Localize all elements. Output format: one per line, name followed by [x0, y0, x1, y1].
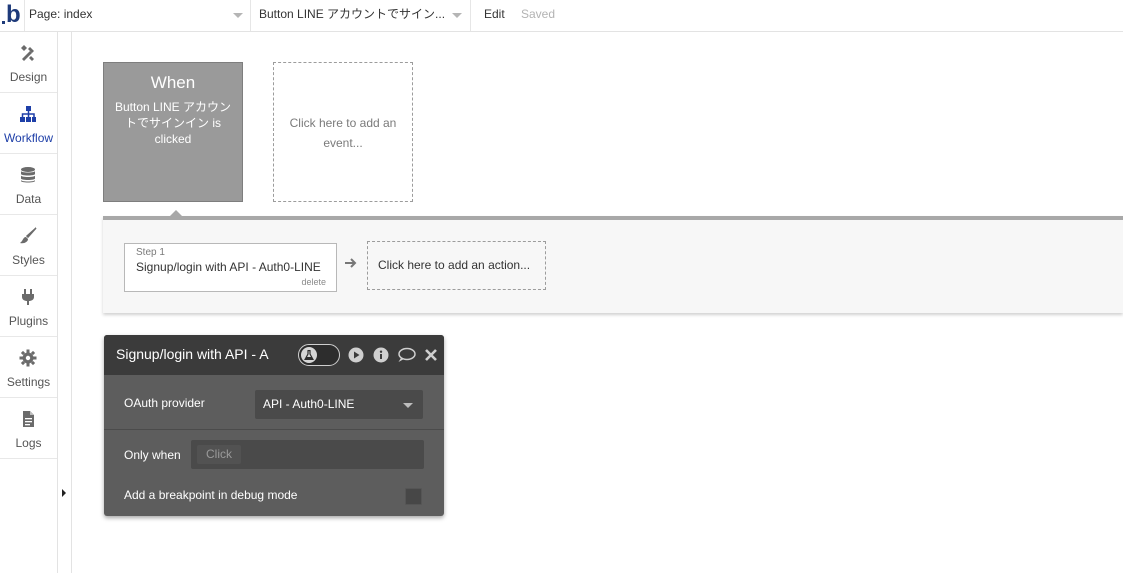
delete-step-button[interactable]: delete [301, 277, 326, 287]
oauth-provider-value: API - Auth0-LINE [263, 397, 355, 411]
add-event-label: Click here to add an event... [289, 116, 397, 150]
brush-icon [20, 227, 37, 244]
breakpoint-label: Add a breakpoint in debug mode [124, 488, 298, 502]
sidebar-item-label: Logs [15, 436, 42, 450]
gear-icon [19, 349, 37, 367]
top-bar: b Page: index Button LINE アカウントでサイン... E… [0, 0, 1123, 32]
sidebar-item-styles[interactable]: Styles [0, 215, 57, 276]
divider [250, 0, 251, 31]
sidebar-item-label: Settings [6, 375, 51, 389]
only-when-label: Only when [124, 448, 181, 462]
event-title: When [150, 73, 196, 92]
breakpoint-checkbox[interactable] [405, 488, 422, 505]
document-icon [23, 411, 34, 427]
step-name: Signup/login with API - Auth0-LINE [136, 260, 321, 274]
property-editor: Signup/login with API - A OAuth provider… [104, 335, 444, 516]
debug-toggle[interactable] [298, 344, 340, 366]
sidebar-item-label: Data [15, 192, 42, 206]
comment-icon[interactable] [397, 347, 416, 363]
element-select[interactable]: Button LINE アカウントでサイン... [259, 0, 469, 31]
add-event-button[interactable]: Click here to add an event... [273, 62, 413, 202]
saved-status: Saved [521, 7, 556, 21]
editor-header: Signup/login with API - A [104, 335, 444, 375]
step-number: Step 1 [136, 247, 165, 258]
chevron-down-icon [233, 13, 243, 18]
action-step[interactable]: Step 1 Signup/login with API - Auth0-LIN… [124, 243, 337, 292]
play-icon[interactable] [348, 347, 364, 363]
edit-menu[interactable]: Edit [484, 0, 505, 28]
sidebar-item-settings[interactable]: Settings [0, 337, 57, 398]
sidebar-item-data[interactable]: Data [0, 154, 57, 215]
sidebar-item-workflow[interactable]: Workflow [0, 93, 57, 154]
bubble-logo[interactable]: b [2, 3, 24, 29]
workflow-icon [20, 106, 36, 122]
expand-sidebar-icon[interactable] [62, 489, 66, 497]
divider [24, 0, 25, 31]
plug-icon [22, 289, 34, 305]
info-icon[interactable] [373, 347, 389, 363]
page-select-label: Page: index [29, 7, 93, 21]
database-icon [21, 167, 35, 183]
only-when-input[interactable]: Click [191, 440, 424, 469]
sidebar-item-label: Styles [12, 253, 45, 267]
divider [470, 0, 471, 31]
page-select[interactable]: Page: index [29, 0, 250, 31]
only-when-placeholder[interactable]: Click [197, 445, 241, 464]
add-action-button[interactable]: Click here to add an action... [367, 241, 546, 290]
sidebar: Design Workflow Data Styles Plugins Sett… [0, 32, 58, 573]
add-action-label: Click here to add an action... [378, 258, 531, 272]
canvas-border [71, 32, 72, 573]
sidebar-item-label: Plugins [8, 314, 49, 328]
oauth-provider-dropdown[interactable]: API - Auth0-LINE [255, 390, 423, 419]
flask-icon [304, 350, 314, 360]
oauth-provider-row: OAuth provider API - Auth0-LINE [104, 375, 444, 430]
chevron-down-icon [403, 403, 413, 408]
oauth-provider-label: OAuth provider [124, 396, 205, 410]
design-icon [21, 45, 34, 61]
strip-pointer [169, 210, 183, 217]
editor-title: Signup/login with API - A [116, 346, 269, 362]
sidebar-item-logs[interactable]: Logs [0, 398, 57, 459]
element-select-label: Button LINE アカウントでサイン... [259, 7, 446, 21]
sidebar-item-label: Workflow [3, 131, 54, 145]
close-icon[interactable] [424, 348, 438, 362]
event-description: Button LINE アカウントでサインイン is clicked [114, 100, 232, 146]
sidebar-item-label: Design [9, 70, 48, 84]
breakpoint-row: Add a breakpoint in debug mode [104, 475, 444, 516]
sidebar-item-plugins[interactable]: Plugins [0, 276, 57, 337]
arrow-right-icon [345, 258, 357, 268]
sidebar-item-design[interactable]: Design [0, 32, 57, 93]
chevron-down-icon [452, 13, 462, 18]
event-block[interactable]: When Button LINE アカウントでサインイン is clicked [103, 62, 243, 202]
only-when-row: Only when Click [104, 430, 444, 475]
